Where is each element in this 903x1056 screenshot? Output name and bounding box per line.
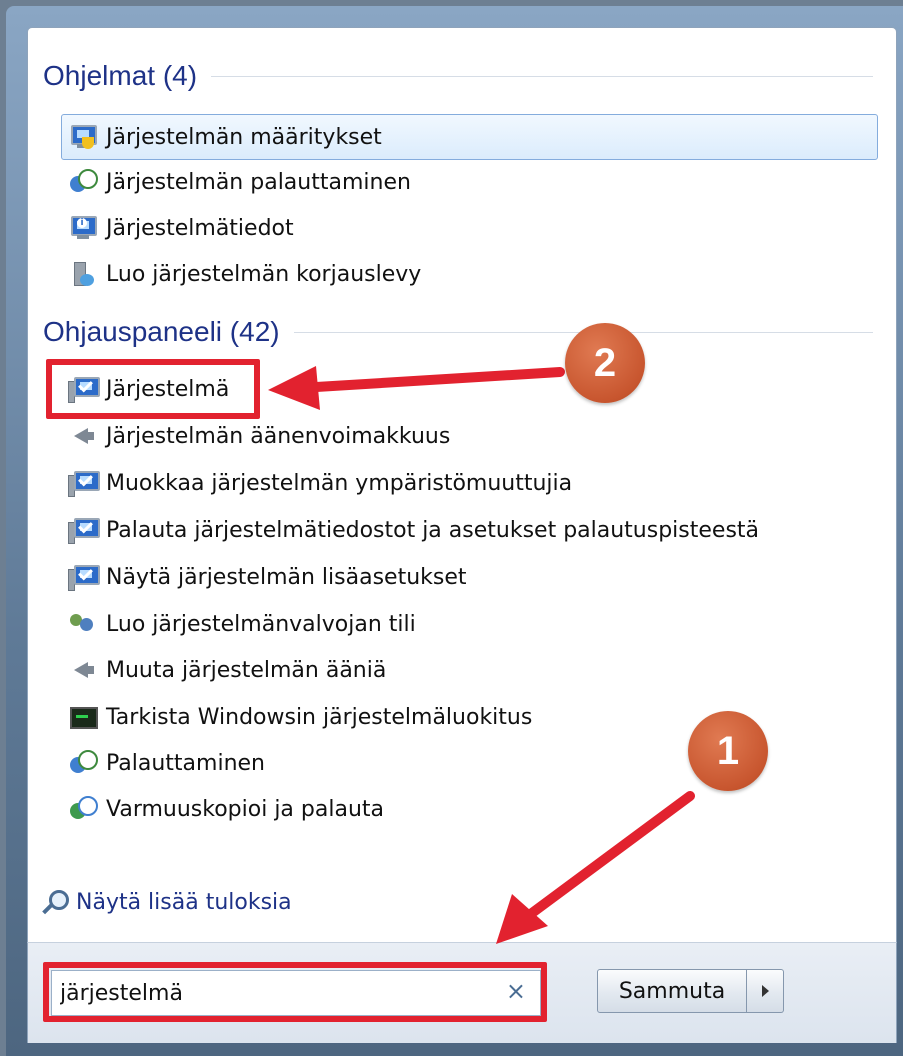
annotation-badge-2: 2 — [565, 323, 645, 403]
annotation-badge-1: 1 — [688, 711, 768, 791]
annotation-arrow-1 — [523, 791, 695, 921]
annotation-arrowhead-2 — [268, 366, 320, 410]
annotation-arrow-2 — [295, 367, 565, 393]
annotation-arrows — [268, 366, 695, 944]
